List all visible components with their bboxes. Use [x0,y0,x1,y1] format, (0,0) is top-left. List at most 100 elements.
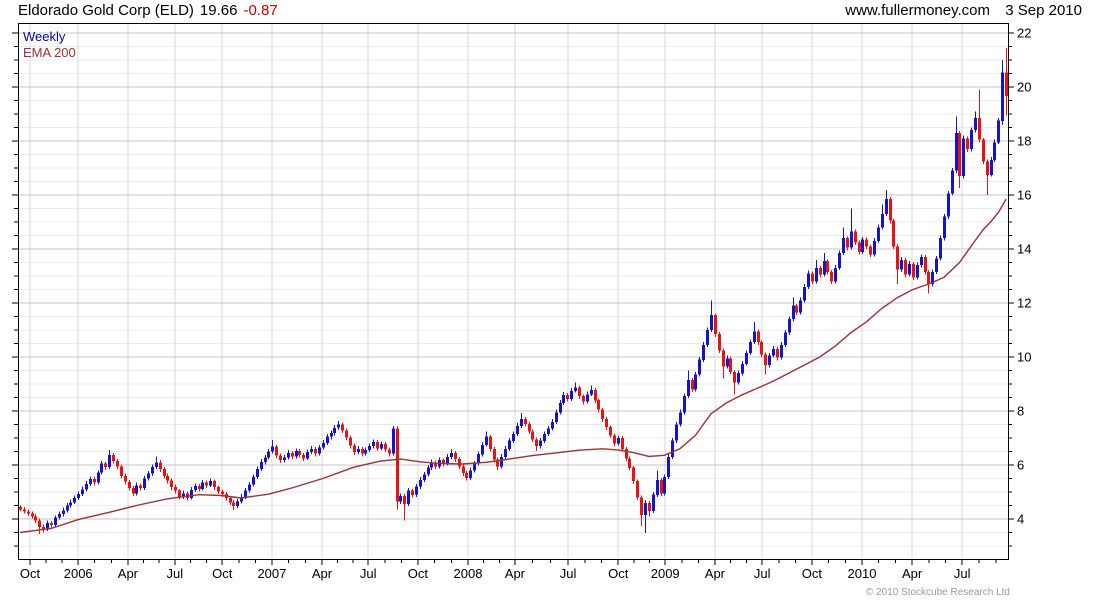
down-candle-body [889,199,892,221]
up-candle-body [357,448,360,452]
down-candle-body [388,449,391,454]
down-candle-body [819,267,822,275]
up-candle-body [89,479,92,484]
up-candle-body [885,199,888,214]
down-candle-body [116,461,119,467]
up-candle-body [287,452,290,458]
up-candle-body [617,438,620,444]
down-candle-body [865,239,868,247]
down-candle-body [927,272,930,285]
down-candle-body [458,459,461,467]
up-candle-body [943,216,946,239]
copyright-notice: © 2010 Stockcube Research Ltd [865,587,1010,598]
x-axis-label: Apr [902,566,923,581]
up-candle-body [256,469,259,478]
up-candle-body [264,457,267,462]
down-candle-body [341,424,344,431]
x-axis-label: 2009 [651,566,680,581]
down-candle-body [23,509,26,512]
up-candle-body [792,305,795,320]
up-candle-body [283,457,286,461]
down-candle-body [279,455,282,461]
up-candle-body [135,485,138,494]
up-candle-body [322,442,325,448]
down-candle-body [353,445,356,453]
up-candle-body [194,486,197,490]
up-candle-body [97,472,100,483]
up-candle-body [694,374,697,390]
down-candle-body [411,490,414,495]
up-candle-body [935,258,938,272]
down-candle-body [159,462,162,470]
x-axis-label: Oct [408,566,429,581]
up-candle-body [260,461,263,470]
down-candle-body [846,238,849,248]
minor-horizontal-gridlines [18,46,1008,547]
x-axis-label: Oct [20,566,41,581]
down-candle-body [462,466,465,474]
down-candle-body [19,506,22,510]
up-candle-body [877,227,880,241]
down-candle-body [174,487,177,491]
up-candle-body [726,358,729,367]
x-axis-label: Apr [705,566,726,581]
down-candle-body [489,436,492,449]
down-candle-body [628,458,631,468]
down-candle-body [166,475,169,481]
down-candle-body [531,431,534,440]
down-candle-body [396,428,399,502]
down-candle-body [403,496,406,505]
up-candle-body [803,286,806,301]
up-candle-body [745,353,748,364]
up-candle-body [974,118,977,131]
up-candle-body [1001,72,1004,121]
up-candle-body [333,427,336,434]
up-candle-body [143,478,146,488]
legend-weekly-label: Weekly [23,29,66,44]
up-candle-body [799,300,802,313]
y-axis-label: 6 [1017,458,1024,473]
up-candle-body [364,450,367,454]
up-candle-body [939,238,942,259]
up-candle-body [209,481,212,486]
price-chart: 4 6 8 10 12 14 16 18 20 22 Oct 2006 Apr Jul Oct 2007 Apr… [0,0,1100,605]
down-candle-body [986,161,989,175]
y-axis-label: 18 [1017,134,1031,149]
up-candle-body [675,424,678,441]
up-candle-body [155,462,158,468]
down-candle-body [493,448,496,460]
legend-ema-label: EMA 200 [23,45,76,60]
y-axis-label: 16 [1017,188,1031,203]
x-axis-label: 2007 [257,566,286,581]
down-candle-body [609,427,612,436]
x-axis-label: Jul [560,566,577,581]
up-candle-body [69,502,72,506]
up-candle-body [62,510,65,515]
down-candle-body [349,437,352,446]
down-candle-body [795,305,798,313]
up-candle-body [555,412,558,422]
y-axis-label: 22 [1017,26,1031,41]
up-candle-body [955,132,958,171]
down-candle-body [722,350,725,367]
down-candle-body [275,446,278,456]
up-candle-body [520,419,523,426]
x-axis-labels: Oct 2006 Apr Jul Oct 2007 Apr Jul Oct 2008 Apr Jul O… [20,566,971,581]
up-candle-body [380,444,383,449]
chart-legend: WeeklyEMA 200 [23,29,76,60]
up-candle-body [881,213,884,228]
up-candle-body [570,390,573,399]
up-candle-body [372,442,375,447]
up-candle-body [838,253,841,268]
down-candle-body [924,257,927,272]
down-candle-body [384,444,387,450]
up-candle-body [415,486,418,495]
down-candle-body [691,380,694,390]
up-candle-body [908,263,911,275]
down-candle-body [124,475,127,482]
down-candle-body [128,481,131,488]
x-axis-label: Jul [360,566,377,581]
up-candle-body [267,451,270,458]
down-candle-body [1005,72,1008,97]
up-candle-body [427,467,430,475]
